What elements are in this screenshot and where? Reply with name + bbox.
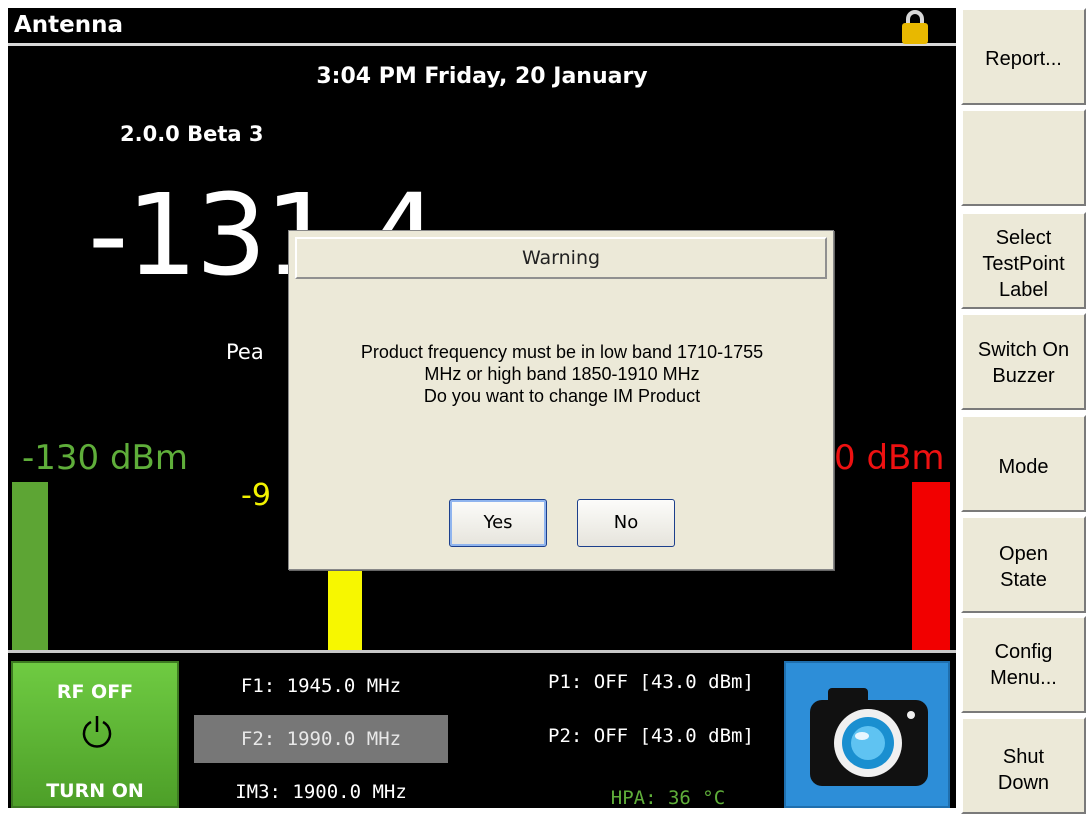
p1-power[interactable]: P1: OFF [43.0 dBm] — [548, 671, 754, 693]
analyzer-screen: Antenna 3:04 PM Friday, 20 January 2.0.0… — [8, 8, 956, 808]
im3-frequency[interactable]: IM3: 1900.0 MHz — [194, 781, 448, 803]
softkey-label-line: State — [1000, 569, 1047, 591]
softkey-label-line: Menu... — [990, 667, 1057, 689]
no-button[interactable]: No — [577, 499, 675, 547]
softkey-label-line: TestPoint — [982, 253, 1065, 275]
softkey-label-line: Config — [994, 641, 1053, 663]
lock-icon[interactable] — [902, 10, 928, 44]
camera-icon — [810, 688, 928, 786]
f1-frequency[interactable]: F1: 1945.0 MHz — [194, 675, 448, 697]
softkey-switch-on-buzzer[interactable]: Switch On Buzzer — [961, 313, 1086, 410]
dialog-message: Product frequency must be in low band 17… — [289, 341, 835, 407]
level-min-label: -130 dBm — [22, 438, 188, 478]
softkey-select-testpoint-label[interactable]: Select TestPoint Label — [961, 212, 1086, 309]
app-title: Antenna — [14, 12, 124, 38]
softkey-label-line: Label — [999, 279, 1048, 301]
softkey-open-state[interactable]: Open State — [961, 516, 1086, 613]
f2-frequency[interactable]: F2: 1990.0 MHz — [194, 715, 448, 763]
rf-status-label: RF OFF — [56, 681, 134, 703]
dialog-message-line: Product frequency must be in low band 17… — [360, 342, 764, 362]
softkey-config-menu[interactable]: Config Menu... — [961, 616, 1086, 713]
version-label: 2.0.0 Beta 3 — [120, 122, 264, 146]
level-bar-red — [912, 482, 950, 650]
peak-label: Pea — [226, 340, 264, 364]
status-panel: RF OFF TURN ON F1: 1945.0 MHz F2: 1990.0… — [8, 650, 956, 808]
softkey-shut-down[interactable]: Shut Down — [961, 717, 1086, 814]
level-max-label: 0 dBm — [834, 438, 945, 478]
softkey-report[interactable]: Report... — [961, 8, 1086, 105]
softkey-label-line: Shut — [1002, 746, 1045, 768]
softkey-label-line: Buzzer — [992, 365, 1055, 387]
rf-action-label: TURN ON — [46, 780, 144, 802]
softkey-label-line: Mode — [998, 456, 1049, 478]
rf-toggle-button[interactable]: RF OFF TURN ON — [11, 661, 179, 808]
level-mid-label: -9 — [241, 478, 271, 513]
softkey-label-line: Switch On — [977, 339, 1070, 361]
dialog-title: Warning — [295, 237, 827, 279]
dialog-message-line: Do you want to change IM Product — [423, 386, 701, 406]
yes-button[interactable]: Yes — [449, 499, 547, 547]
dialog-message-line: MHz or high band 1850-1910 MHz — [424, 364, 700, 384]
datetime-label: 3:04 PM Friday, 20 January — [316, 64, 648, 89]
softkey-label-line: Select — [995, 227, 1052, 249]
softkey-blank[interactable] — [961, 109, 1086, 206]
power-icon — [82, 716, 112, 748]
softkey-mode[interactable]: Mode — [961, 415, 1086, 512]
screenshot-button[interactable] — [784, 661, 950, 808]
softkey-label-line: Down — [997, 772, 1050, 794]
p2-power[interactable]: P2: OFF [43.0 dBm] — [548, 725, 754, 747]
softkey-label-line: Open — [999, 543, 1048, 565]
softkey-panel: Report... Select TestPoint Label Switch On Bu… — [961, 8, 1086, 814]
title-bar: Antenna — [8, 8, 956, 46]
warning-dialog: Warning Product frequency must be in low… — [288, 230, 834, 570]
level-bar-green — [12, 482, 48, 650]
hpa-temperature: HPA: 36 °C — [610, 787, 726, 808]
level-bar-yellow — [328, 563, 362, 650]
softkey-label-line: Report... — [985, 48, 1062, 70]
